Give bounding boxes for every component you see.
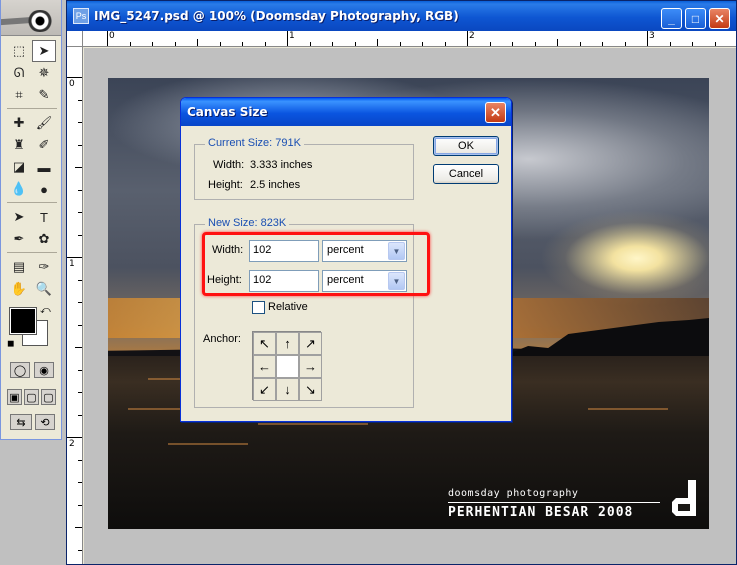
ruler-top-label: 2	[469, 31, 475, 41]
slice-tool-icon[interactable]: ✎	[32, 84, 56, 106]
foreground-color-swatch[interactable]	[9, 307, 37, 335]
hand-tool-icon[interactable]: ✋	[7, 278, 31, 300]
notes-tool-icon[interactable]: ▤	[7, 256, 31, 278]
anchor-grid: ↖ ↑ ↗ ← → ↙ ↓ ↘	[252, 331, 322, 401]
ruler-top-label: 0	[109, 31, 115, 41]
quick-mask-mode-icon[interactable]: ◉	[34, 362, 54, 378]
maximize-button[interactable]: □	[685, 8, 706, 29]
highlight-annotation	[202, 232, 430, 296]
current-height-value: 2.5 inches	[250, 179, 301, 191]
close-button[interactable]: ✕	[709, 8, 730, 29]
anchor-top-left-arrow-icon[interactable]: ↖	[253, 332, 276, 355]
relative-label[interactable]: Relative	[268, 301, 308, 313]
standard-screen-mode-icon[interactable]: ▣	[7, 389, 22, 405]
pen-tool-icon[interactable]: ✒	[7, 228, 31, 250]
ruler-top-label: 3	[649, 31, 655, 41]
eraser-tool-icon[interactable]: ◪	[7, 156, 31, 178]
clone-stamp-tool-icon[interactable]: ♜	[7, 134, 31, 156]
toolbox-header-logo	[1, 0, 61, 36]
current-width-value: 3.333 inches	[250, 159, 313, 171]
watermark-line-1: doomsday photography	[448, 488, 579, 499]
type-tool-icon[interactable]: T	[32, 206, 56, 228]
brush-tool-icon[interactable]: 🖌	[32, 112, 56, 134]
dialog-titlebar[interactable]: Canvas Size ✕	[181, 98, 511, 126]
anchor-top-right-arrow-icon[interactable]: ↗	[299, 332, 322, 355]
zoom-tool-icon[interactable]: 🔍	[32, 278, 56, 300]
jump-to-imageready-icon-2[interactable]: ⟲	[35, 414, 55, 430]
move-tool-icon[interactable]: ➤	[32, 40, 56, 62]
history-brush-tool-icon[interactable]: ✐	[32, 134, 56, 156]
swap-colors-icon[interactable]: ⤺	[40, 305, 51, 316]
healing-brush-tool-icon[interactable]: ✚	[7, 112, 31, 134]
document-titlebar[interactable]: Ps IMG_5247.psd @ 100% (Doomsday Photogr…	[67, 1, 736, 31]
cancel-button[interactable]: Cancel	[433, 164, 499, 184]
current-height-label: Height:	[208, 179, 243, 191]
minimize-button[interactable]: _	[661, 8, 682, 29]
photoshop-eye-icon	[25, 10, 55, 32]
dialog-close-button[interactable]: ✕	[485, 102, 506, 123]
jump-to-imageready-icon[interactable]: ⇆	[10, 414, 32, 430]
vertical-ruler[interactable]: 0 1 2	[67, 47, 83, 564]
eyedropper-tool-icon[interactable]: ✑	[32, 256, 56, 278]
current-size-group: Current Size: 791K Width: 3.333 inches H…	[194, 137, 414, 200]
full-screen-menu-mode-icon[interactable]: ▢	[24, 389, 39, 405]
blur-tool-icon[interactable]: 💧	[7, 178, 31, 200]
horizontal-ruler[interactable]: 0 1 2 3	[83, 31, 736, 47]
doomsday-logo	[672, 480, 696, 516]
crop-tool-icon[interactable]: ⌗	[7, 84, 31, 106]
ruler-left-label: 1	[69, 259, 75, 269]
anchor-center[interactable]	[276, 355, 299, 378]
marquee-tool-icon[interactable]: ⬚	[7, 40, 31, 62]
ruler-origin[interactable]	[67, 31, 83, 47]
anchor-bottom-left-arrow-icon[interactable]: ↙	[253, 378, 276, 401]
anchor-bottom-arrow-icon[interactable]: ↓	[276, 378, 299, 401]
anchor-left-arrow-icon[interactable]: ←	[253, 355, 276, 378]
default-colors-icon[interactable]: ◼	[7, 338, 14, 349]
standard-mode-icon[interactable]: ◯	[10, 362, 30, 378]
lasso-tool-icon[interactable]: ᘏ	[7, 62, 31, 84]
ruler-top-label: 1	[289, 31, 295, 41]
anchor-bottom-right-arrow-icon[interactable]: ↘	[299, 378, 322, 401]
ruler-left-label: 2	[69, 439, 75, 449]
ruler-left-label: 0	[69, 79, 75, 89]
shape-tool-icon[interactable]: ✿	[32, 228, 56, 250]
current-width-label: Width:	[213, 159, 245, 171]
toolbox-palette: ⬚ ➤ ᘏ ✵ ⌗ ✎ ✚ 🖌 ♜ ✐ ◪ ▬ 💧 ● ➤ T ✒ ✿ ▤ ✑ ✋ 🔍 ⤺ ◼ ◯ ◉ ▣ ▢ ▢ ⇆ ⟲	[0, 0, 62, 440]
dialog-title: Canvas Size	[187, 105, 268, 119]
full-screen-mode-icon[interactable]: ▢	[41, 389, 56, 405]
dodge-tool-icon[interactable]: ●	[32, 178, 56, 200]
new-size-legend: New Size: 823K	[205, 217, 290, 229]
anchor-right-arrow-icon[interactable]: →	[299, 355, 322, 378]
path-selection-tool-icon[interactable]: ➤	[7, 206, 31, 228]
tool-grid: ⬚ ➤ ᘏ ✵ ⌗ ✎ ✚ 🖌 ♜ ✐ ◪ ▬ 💧 ● ➤ T ✒ ✿ ▤ ✑ ✋ 🔍	[7, 40, 57, 300]
ok-button[interactable]: OK	[433, 136, 499, 156]
magic-wand-tool-icon[interactable]: ✵	[32, 62, 56, 84]
document-title: IMG_5247.psd @ 100% (Doomsday Photograph…	[94, 9, 459, 23]
anchor-label: Anchor:	[203, 333, 241, 345]
canvas-size-dialog: Canvas Size ✕ Current Size: 791K Width: …	[180, 97, 512, 422]
watermark-line-2: PERHENTIAN BESAR 2008	[448, 505, 634, 520]
relative-checkbox[interactable]	[252, 301, 265, 314]
photoshop-document-icon: Ps	[73, 8, 89, 24]
dialog-body: Current Size: 791K Width: 3.333 inches H…	[184, 126, 508, 418]
gradient-tool-icon[interactable]: ▬	[32, 156, 56, 178]
current-size-legend: Current Size: 791K	[205, 137, 304, 149]
anchor-top-arrow-icon[interactable]: ↑	[276, 332, 299, 355]
